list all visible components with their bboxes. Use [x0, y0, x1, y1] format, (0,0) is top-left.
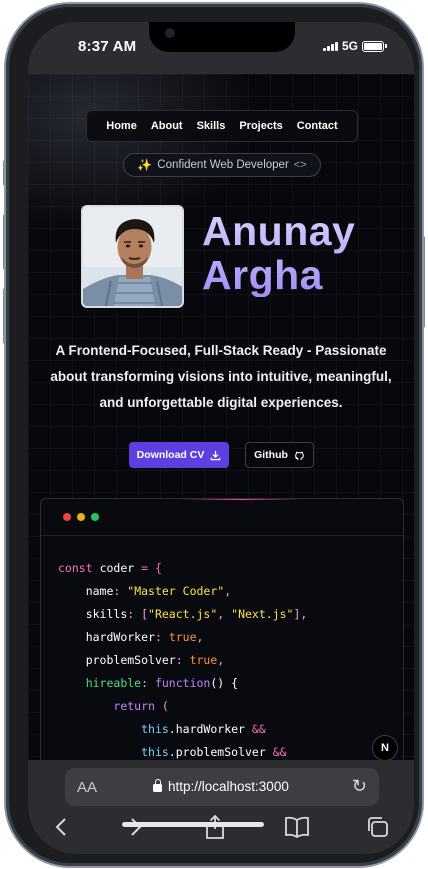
code-snippet: const coder = { name: "Master Coder", sk…	[58, 561, 308, 759]
front-camera	[165, 28, 175, 38]
first-name: Anunay	[202, 208, 356, 254]
download-icon	[211, 450, 221, 460]
minimize-dot	[77, 513, 85, 521]
nav-projects[interactable]: Projects	[239, 120, 282, 132]
hero-tagline: A Frontend-Focused, Full-Stack Ready - P…	[50, 343, 392, 410]
home-indicator	[122, 822, 264, 827]
download-cv-label: Download CV	[136, 449, 205, 461]
github-button[interactable]: Github	[245, 442, 314, 468]
status-time: 8:37 AM	[78, 38, 137, 55]
code-window-glow	[181, 499, 301, 500]
forward-icon[interactable]	[129, 816, 143, 838]
battery-icon	[362, 40, 387, 52]
status-bar: 8:37 AM 5G	[28, 22, 414, 74]
portfolio-page: Home About Skills Projects Contact ✨ Con…	[28, 74, 414, 760]
avatar-photo	[83, 207, 182, 306]
github-label: Github	[254, 449, 288, 461]
code-window: const coder = { name: "Master Coder", sk…	[40, 498, 404, 760]
url-display[interactable]: http://localhost:3000	[153, 779, 289, 794]
reload-icon[interactable]: ↻	[352, 776, 367, 797]
phone-screen: 8:37 AM 5G Home About Skills Projects Co…	[28, 22, 414, 854]
nav-contact[interactable]: Contact	[297, 120, 338, 132]
role-badge-label: Confident Web Developer	[157, 159, 289, 171]
reader-aa-button[interactable]: AA	[77, 779, 97, 796]
notch	[149, 22, 295, 52]
lock-icon	[153, 779, 162, 792]
nav-skills[interactable]: Skills	[197, 120, 226, 132]
safari-toolbar	[28, 814, 414, 846]
network-type: 5G	[341, 39, 358, 53]
close-dot	[63, 513, 71, 521]
bookmarks-icon[interactable]	[284, 816, 310, 838]
avatar	[81, 205, 184, 308]
github-icon	[295, 451, 304, 460]
download-cv-button[interactable]: Download CV	[129, 442, 229, 468]
tabs-icon[interactable]	[366, 816, 390, 838]
main-nav: Home About Skills Projects Contact	[86, 110, 358, 142]
address-bar[interactable]: AA http://localhost:3000 ↻	[65, 768, 379, 806]
role-badge: ✨ Confident Web Developer <>	[123, 153, 321, 177]
status-indicators: 5G	[322, 39, 387, 53]
last-name: Argha	[202, 252, 323, 298]
window-dots	[63, 513, 99, 521]
share-icon[interactable]	[204, 814, 226, 840]
code-window-titlebar	[41, 499, 403, 536]
nav-home[interactable]: Home	[106, 120, 137, 132]
url-text: http://localhost:3000	[168, 779, 289, 794]
hero-name: Anunay Argha	[202, 209, 402, 297]
back-icon[interactable]	[54, 816, 68, 838]
code-icon: <>	[293, 159, 307, 171]
phone-frame: 8:37 AM 5G Home About Skills Projects Co…	[6, 4, 422, 866]
nextjs-dev-indicator[interactable]: N	[372, 735, 398, 760]
safari-bottom-bar: AA http://localhost:3000 ↻	[28, 760, 414, 854]
signal-icon	[322, 41, 338, 51]
sparkles-icon: ✨	[137, 158, 153, 172]
maximize-dot	[91, 513, 99, 521]
nav-about[interactable]: About	[151, 120, 183, 132]
